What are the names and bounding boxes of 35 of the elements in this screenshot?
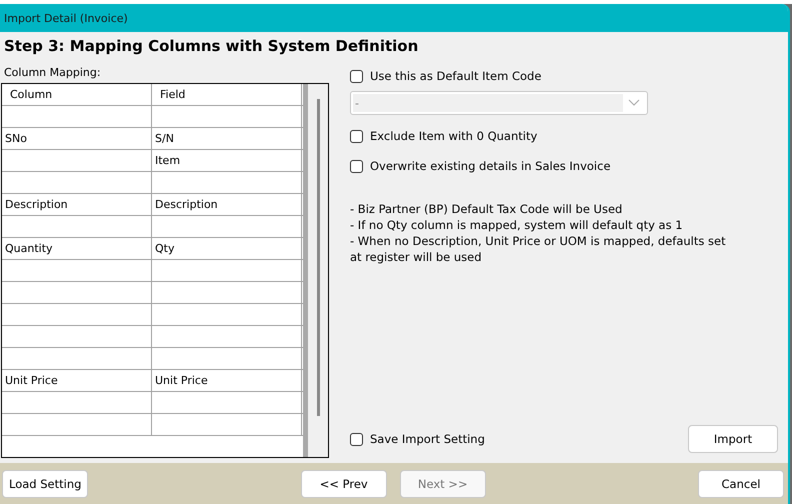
checkbox-box[interactable]	[350, 130, 363, 142]
table-cell[interactable]: Quantity	[2, 238, 152, 259]
chevron-down-icon	[628, 99, 640, 107]
note-text: - Biz Partner (BP) Default Tax Code will be Used	[350, 201, 624, 217]
column-header: Column	[2, 84, 152, 105]
note-text: - When no Description, Unit Price or UOM is mapped, defaults set at register will be used	[350, 233, 727, 265]
checkbox[interactable]: Exclude Item with 0 Quantity	[350, 127, 778, 145]
window-title: Import Detail (Invoice)	[0, 4, 788, 32]
table-cell[interactable]: S/N	[152, 128, 302, 149]
import-button[interactable]: Import	[688, 425, 778, 453]
checkbox[interactable]: Overwrite existing details in Sales Invoice	[350, 157, 778, 175]
table-cell[interactable]: Qty	[152, 238, 302, 259]
checkbox-label: Exclude Item with 0 Quantity	[370, 129, 538, 143]
checkbox-box[interactable]	[350, 160, 363, 172]
checkbox[interactable]: Save Import Setting	[350, 430, 485, 448]
table-cell[interactable]: Description	[152, 194, 302, 215]
checkbox[interactable]: Use this as Default Item Code	[350, 67, 778, 85]
scrollbar-thumb[interactable]	[316, 99, 320, 416]
table-cell[interactable]: Unit Price	[2, 370, 152, 391]
checkbox-label: Use this as Default Item Code	[370, 69, 542, 83]
table-cell[interactable]: Item	[152, 150, 302, 171]
step-heading: Step 3: Mapping Columns with System Definition	[3, 37, 420, 57]
table-cell[interactable]: Description	[2, 194, 152, 215]
checkbox-box[interactable]	[350, 70, 363, 82]
note-text: - If no Qty column is mapped, system will default qty as 1	[350, 217, 684, 233]
table-cell[interactable]: Unit Price	[152, 370, 302, 391]
table-cell[interactable]: SNo	[2, 128, 152, 149]
checkbox-label: Save Import Setting	[370, 432, 485, 446]
footer-button[interactable]: Load Setting	[2, 470, 88, 498]
footer-button[interactable]: << Prev	[300, 470, 387, 498]
checkbox-label: Overwrite existing details in Sales Invoice	[370, 159, 611, 173]
column-mapping-label: Column Mapping:	[3, 65, 102, 81]
checkbox-box[interactable]	[350, 432, 363, 446]
footer-button[interactable]: Cancel	[698, 470, 784, 498]
column-header: Field	[152, 84, 302, 105]
